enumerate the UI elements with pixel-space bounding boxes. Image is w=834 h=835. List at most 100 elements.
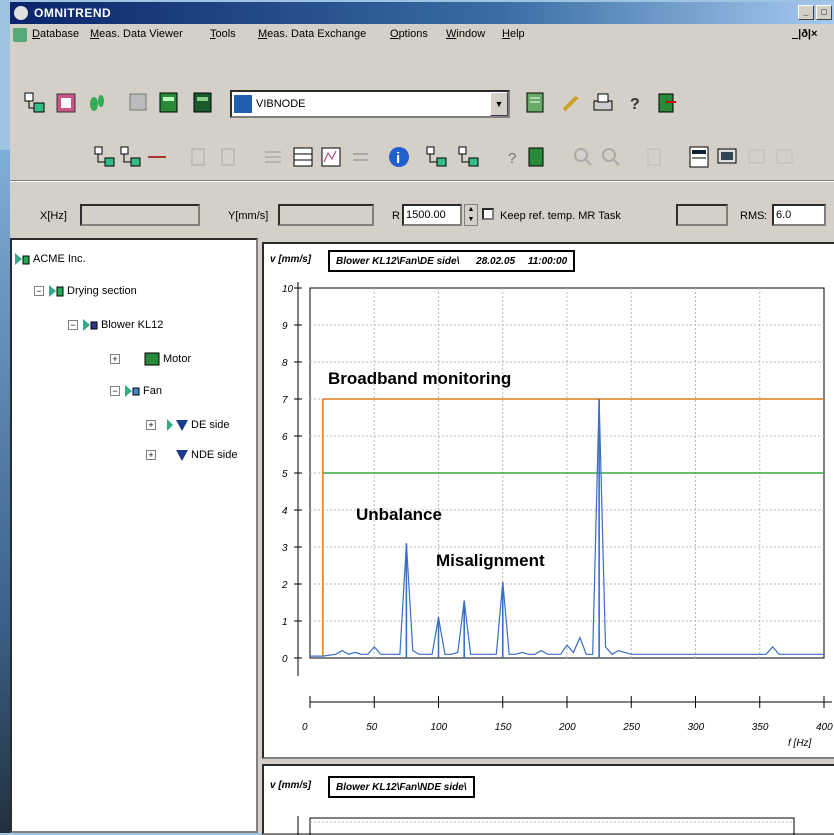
menu-bar: Database Meas. Data Viewer Tools Meas. D… xyxy=(10,24,834,46)
minimize-button[interactable]: _ xyxy=(798,5,814,20)
tree-node-blower[interactable]: − Blower KL12 xyxy=(68,318,163,336)
info-icon[interactable]: i xyxy=(386,144,412,170)
r-spinner[interactable]: ▲ ▼ xyxy=(464,204,478,226)
tree-node-nde-side[interactable]: + NDE side xyxy=(146,448,237,466)
menu-meas-data-exchange[interactable]: Meas. Data Exchange xyxy=(258,28,366,40)
list-disabled-icon[interactable] xyxy=(642,144,668,170)
tree-node-label: Motor xyxy=(163,352,192,365)
y-tick-label: 1 xyxy=(282,617,288,628)
r-field[interactable]: 1500.00 xyxy=(402,204,462,226)
measpoint-combo[interactable]: VIBNODE ▼ xyxy=(230,90,510,118)
spectrum-chart-panel: v [mm/s] Blower KL12\Fan\DE side\ 28.02.… xyxy=(262,242,834,759)
maximize-button[interactable]: □ xyxy=(816,5,832,20)
tree-node-drying-section[interactable]: − Drying section xyxy=(34,284,137,302)
y-tick-label: 10 xyxy=(282,284,294,295)
disabled-icon[interactable] xyxy=(772,144,798,170)
screen-icon[interactable] xyxy=(714,144,740,170)
node-icon[interactable] xyxy=(424,144,450,170)
zoom-in-icon[interactable] xyxy=(570,144,596,170)
x-tick-label: 100 xyxy=(431,722,448,733)
tree-node-label: Blower KL12 xyxy=(101,318,164,331)
table-view-icon[interactable] xyxy=(290,144,316,170)
tree-node-label: DE side xyxy=(191,418,230,431)
help-small-icon[interactable]: ? xyxy=(500,144,526,170)
add-child-icon[interactable] xyxy=(118,144,144,170)
y-field[interactable] xyxy=(278,204,374,226)
vibnode-icon xyxy=(234,95,252,113)
exit-icon[interactable] xyxy=(654,90,680,116)
node-alt-icon[interactable] xyxy=(456,144,482,170)
menu-tools[interactable]: Tools xyxy=(210,28,236,40)
spectrum-view-icon[interactable] xyxy=(318,144,344,170)
tree-node-de-side[interactable]: + DE side xyxy=(146,418,230,436)
x-tick-label: 150 xyxy=(495,722,512,733)
asset-tree: ACME Inc. − Drying section − Blower KL12 +… xyxy=(10,238,258,833)
sheet-green-icon[interactable] xyxy=(156,90,182,116)
mr-task-field[interactable] xyxy=(676,204,728,226)
chevron-down-icon[interactable]: ▼ xyxy=(490,92,508,116)
x-field[interactable] xyxy=(80,204,200,226)
printer-icon[interactable] xyxy=(590,90,616,116)
link-icon[interactable] xyxy=(144,144,170,170)
menu-meas-data-viewer[interactable]: Meas. Data Viewer xyxy=(90,28,183,40)
disabled-tool-icon[interactable] xyxy=(216,144,242,170)
disabled-icon[interactable] xyxy=(744,144,770,170)
collapse-icon[interactable]: − xyxy=(110,386,120,396)
toolbar-separator xyxy=(10,180,834,182)
mdi-window-controls[interactable]: _|ð|× xyxy=(792,28,817,40)
x-tick-label: 350 xyxy=(752,722,769,733)
chart2-frame xyxy=(309,817,795,835)
list-icon[interactable] xyxy=(260,144,286,170)
document-icon[interactable] xyxy=(13,28,27,42)
y-tick-label: 8 xyxy=(282,358,288,369)
measpoint-icon xyxy=(167,419,188,431)
exit-small-icon[interactable] xyxy=(524,144,550,170)
help-icon[interactable]: ? xyxy=(622,90,648,116)
fan-icon xyxy=(125,385,140,397)
config-icon[interactable] xyxy=(126,90,152,116)
toolbar-2: i ? xyxy=(10,138,834,178)
app-icon xyxy=(14,6,28,20)
r-label: R xyxy=(392,210,400,222)
tree-view-icon[interactable] xyxy=(22,90,48,116)
collapse-icon[interactable]: − xyxy=(34,286,44,296)
tree-node-label: ACME Inc. xyxy=(33,252,86,265)
spectrum-plot-2[interactable] xyxy=(264,766,834,835)
section-icon xyxy=(49,285,64,297)
expand-icon[interactable]: + xyxy=(110,354,120,364)
y-tick-label: 7 xyxy=(282,395,288,406)
report-icon[interactable] xyxy=(522,90,548,116)
menu-window[interactable]: Window xyxy=(446,28,485,40)
sheet-dark-icon[interactable] xyxy=(190,90,216,116)
toolbar-1: VIBNODE ▼ ? xyxy=(10,84,834,124)
tree-node-label: NDE side xyxy=(191,448,238,461)
spectrum-plot[interactable]: 0123456789100 50 100 150 200 250 300 350 400f [H… xyxy=(264,244,834,757)
tree-node-label: Fan xyxy=(143,384,162,397)
wrench-icon[interactable] xyxy=(558,90,584,116)
menu-options[interactable]: Options xyxy=(390,28,428,40)
expand-icon[interactable]: + xyxy=(146,420,156,430)
tree-node-motor[interactable]: + Motor xyxy=(110,352,191,370)
rms-field[interactable]: 6.0 xyxy=(772,204,826,226)
database-icon[interactable] xyxy=(54,90,80,116)
tree-node-fan[interactable]: − Fan xyxy=(110,384,162,402)
add-node-icon[interactable] xyxy=(92,144,118,170)
y-tick-label: 0 xyxy=(282,654,288,665)
menu-help[interactable]: Help xyxy=(502,28,525,40)
title-bar[interactable]: OMNITREND _ □ xyxy=(10,2,834,24)
menu-database[interactable]: Database xyxy=(32,28,79,40)
footprint-icon[interactable] xyxy=(84,90,110,116)
y-tick-label: 5 xyxy=(282,469,288,480)
collapse-icon[interactable]: − xyxy=(68,320,78,330)
annotation-broadband: Broadband monitoring xyxy=(328,369,511,388)
compare-icon[interactable] xyxy=(348,144,374,170)
zoom-out-icon[interactable] xyxy=(598,144,624,170)
tree-node-acme[interactable]: ACME Inc. xyxy=(14,252,86,270)
disabled-tool-icon[interactable] xyxy=(186,144,212,170)
x-tick-label: 50 xyxy=(366,722,378,733)
rms-label: RMS xyxy=(740,210,765,222)
annotation-misalignment: Misalignment xyxy=(436,551,545,570)
document-view-icon[interactable] xyxy=(686,144,712,170)
keep-ref-checkbox[interactable] xyxy=(482,208,494,220)
expand-icon[interactable]: + xyxy=(146,450,156,460)
